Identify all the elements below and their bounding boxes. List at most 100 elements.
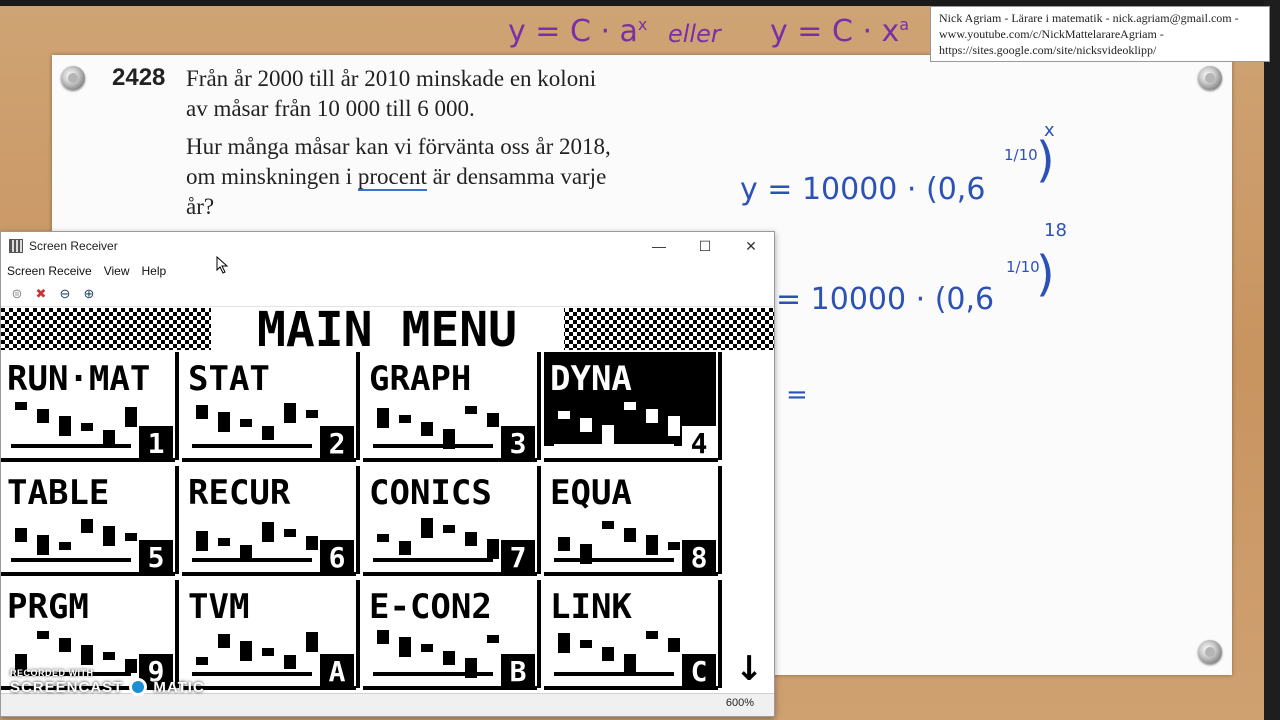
app-tile[interactable]: STAT 2 xyxy=(182,352,360,462)
watermark-small-text: RECORDED WITH xyxy=(10,668,94,678)
app-icon-graphic xyxy=(192,522,318,562)
app-icon-graphic xyxy=(554,631,680,676)
credits-box: Nick Agriam - Lärare i matematik - nick.… xyxy=(930,6,1270,62)
app-icon-graphic xyxy=(11,519,137,562)
screen-receiver-window: Screen Receiver — ☐ ✕ Screen Receive Vie… xyxy=(0,231,775,717)
main-menu-title: MAIN MENU xyxy=(257,308,517,358)
app-icon-graphic xyxy=(373,518,499,562)
formula-exponent: x xyxy=(637,15,648,34)
app-icon-graphic xyxy=(373,406,499,449)
formula-text: y = C · x xyxy=(770,14,900,49)
calculator-screen: MAIN MENU RUN·MAT 1 STAT 2 GRAPH 3 DYNA 4 TABLE 5… xyxy=(1,308,774,690)
menu-screen-receive[interactable]: Screen Receive xyxy=(1,264,98,278)
tile-separator xyxy=(537,352,541,460)
status-bar: 600% xyxy=(1,693,774,716)
capture-icon[interactable]: ⊜ xyxy=(7,285,27,303)
zoom-level: 600% xyxy=(725,697,754,709)
scroll-down-arrow-icon: ↓ xyxy=(735,649,764,689)
menu-help[interactable]: Help xyxy=(136,264,173,278)
app-name: E-CON2 xyxy=(369,587,492,627)
app-name: STAT xyxy=(188,359,270,399)
app-name: RECUR xyxy=(188,473,291,513)
tile-separator xyxy=(718,352,722,460)
stop-capture-icon[interactable]: ✖ xyxy=(31,285,51,303)
app-tile[interactable]: GRAPH 3 xyxy=(363,352,541,462)
formula-power: y = C · xa xyxy=(770,14,909,49)
minimize-button[interactable]: — xyxy=(636,232,682,260)
menu-view[interactable]: View xyxy=(98,264,136,278)
key-label: 1 xyxy=(148,427,165,460)
equation-text: y = 10000 · (0,6 xyxy=(740,172,986,207)
key-label: C xyxy=(691,655,708,688)
problem-line-2: Hur många måsar kan vi förvänta oss år 2… xyxy=(186,132,616,222)
app-tile[interactable]: RUN·MAT 1 xyxy=(1,352,179,462)
equation-line-2: = 10000 · (0,6 xyxy=(776,282,994,317)
app-tile[interactable]: CONICS 7 xyxy=(363,466,541,576)
tile-separator xyxy=(537,466,541,574)
equation-line-1: y = 10000 · (0,6 xyxy=(740,172,985,207)
fraction-1: 1/10 xyxy=(1004,146,1038,164)
screencast-watermark: RECORDED WITH SCREENCAST MATIC xyxy=(10,668,205,696)
key-label: 7 xyxy=(510,541,527,574)
pin-icon xyxy=(1198,640,1222,664)
app-tile[interactable]: EQUA 8 xyxy=(544,466,722,576)
app-name: GRAPH xyxy=(369,359,471,399)
formula-exponential: y = C · ax xyxy=(508,14,647,49)
tile-separator xyxy=(718,466,722,574)
paren-close: ) xyxy=(1036,246,1055,302)
underlined-word: procent xyxy=(357,164,427,191)
exponent-1: x xyxy=(1044,120,1055,141)
watermark-logo: SCREENCAST MATIC xyxy=(10,678,205,696)
mouse-cursor-icon xyxy=(216,256,229,274)
key-label: 3 xyxy=(510,427,527,460)
app-name: PRGM xyxy=(7,587,89,627)
tile-separator xyxy=(356,580,360,688)
watermark-text: MATIC xyxy=(153,678,205,696)
app-tile[interactable]: DYNA 4 xyxy=(544,352,722,462)
title-bar[interactable]: Screen Receiver — ☐ ✕ xyxy=(1,232,774,260)
watermark-text: SCREENCAST xyxy=(10,678,124,696)
tile-separator xyxy=(175,352,179,460)
app-name: RUN·MAT xyxy=(7,359,150,399)
maximize-button[interactable]: ☐ xyxy=(682,232,728,260)
credits-line: www.youtube.com/c/NickMattelarareAgriam … xyxy=(939,27,1164,41)
app-name: CONICS xyxy=(369,473,492,513)
formula-exponent: a xyxy=(899,15,910,34)
zoom-out-icon[interactable]: ⊖ xyxy=(55,285,75,303)
app-tile[interactable]: E-CON2 B xyxy=(363,580,541,690)
window-title: Screen Receiver xyxy=(29,239,118,253)
credits-line: https://sites.google.com/site/nicksvideo… xyxy=(939,43,1157,57)
formula-text: y = C · a xyxy=(508,14,638,49)
key-label: 8 xyxy=(691,541,708,574)
problem-text: Från år 2000 till år 2010 minskade en ko… xyxy=(186,64,616,230)
app-tile[interactable]: TABLE 5 xyxy=(1,466,179,576)
tile-separator xyxy=(537,580,541,688)
header-pattern-left xyxy=(1,308,211,350)
app-tile[interactable]: LINK C xyxy=(544,580,722,690)
credits-line: Nick Agriam - Lärare i matematik - nick.… xyxy=(939,11,1239,25)
app-icon-graphic xyxy=(192,632,318,676)
equation-text: = 10000 · (0,6 xyxy=(776,282,995,317)
app-name: EQUA xyxy=(550,473,632,513)
app-icon-graphic xyxy=(11,402,137,448)
tile-separator xyxy=(356,352,360,460)
problem-line-1: Från år 2000 till år 2010 minskade en ko… xyxy=(186,66,597,121)
zoom-in-icon[interactable]: ⊕ xyxy=(79,285,99,303)
close-button[interactable]: ✕ xyxy=(728,232,774,260)
app-tile[interactable]: TVM A xyxy=(182,580,360,690)
app-tile[interactable]: RECUR 6 xyxy=(182,466,360,576)
menu-bar: Screen Receive View Help xyxy=(1,260,774,282)
watermark-dot-icon xyxy=(129,678,148,696)
key-label: B xyxy=(510,655,527,688)
word-eller: eller xyxy=(668,20,721,48)
toolbar: ⊜ ✖ ⊖ ⊕ xyxy=(1,282,774,307)
app-icon xyxy=(9,239,23,253)
paren-close: ) xyxy=(1036,132,1055,188)
app-name: LINK xyxy=(550,587,632,627)
pin-icon xyxy=(61,66,85,90)
header-pattern-right xyxy=(564,308,774,350)
app-icon-graphic xyxy=(554,521,680,564)
pin-icon xyxy=(1198,66,1222,90)
calculator-display: MAIN MENU RUN·MAT 1 STAT 2 GRAPH 3 DYNA 4 TABLE 5… xyxy=(1,308,774,690)
key-label: 2 xyxy=(329,427,346,460)
